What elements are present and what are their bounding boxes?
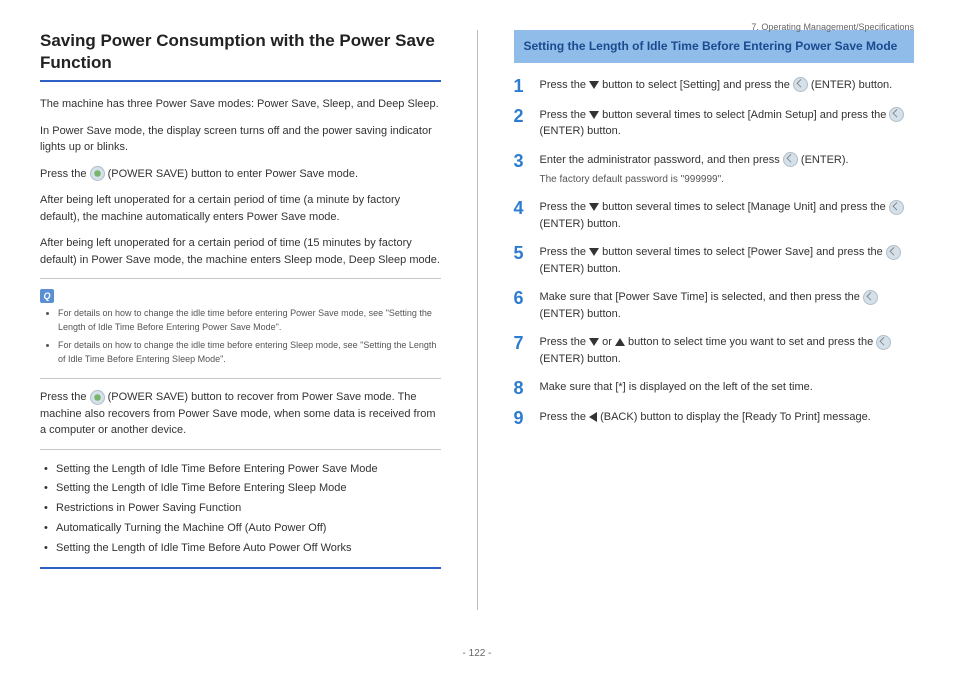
down-arrow-icon xyxy=(589,81,599,89)
step-item: 6Make sure that [Power Save Time] is sel… xyxy=(514,289,915,322)
toc-item: Setting the Length of Idle Time Before E… xyxy=(56,479,441,499)
step-number: 7 xyxy=(514,334,532,367)
step-item: 7Press the or button to select time you … xyxy=(514,334,915,367)
step-text: Press the button several times to select… xyxy=(540,107,915,140)
note-list: For details on how to change the idle ti… xyxy=(40,307,441,366)
title-rule xyxy=(40,80,441,82)
paragraph: After being left unoperated for a certai… xyxy=(40,192,441,225)
step-item: 3Enter the administrator password, and t… xyxy=(514,152,915,188)
step-text: Press the (BACK) button to display the [… xyxy=(540,409,915,427)
step-text: Press the or button to select time you w… xyxy=(540,334,915,367)
step-item: 2Press the button several times to selec… xyxy=(514,107,915,140)
divider xyxy=(40,449,441,450)
step-number: 6 xyxy=(514,289,532,322)
step-number: 3 xyxy=(514,152,532,188)
section-rule xyxy=(40,567,441,569)
power-save-icon xyxy=(90,390,105,405)
step-item: 4Press the button several times to selec… xyxy=(514,199,915,232)
step-subnote: The factory default password is "999999"… xyxy=(540,172,915,187)
step-item: 1 Press the button to select [Setting] an… xyxy=(514,77,915,95)
divider xyxy=(40,378,441,379)
step-text: Make sure that [Power Save Time] is sele… xyxy=(540,289,915,322)
paragraph: In Power Save mode, the display screen t… xyxy=(40,123,441,156)
down-arrow-icon xyxy=(589,338,599,346)
page-title: Saving Power Consumption with the Power … xyxy=(40,30,441,74)
up-arrow-icon xyxy=(615,338,625,346)
step-number: 8 xyxy=(514,379,532,397)
enter-button-icon xyxy=(876,335,891,350)
enter-button-icon xyxy=(889,107,904,122)
paragraph: Press the (POWER SAVE) button to recover… xyxy=(40,389,441,439)
step-text: Enter the administrator password, and th… xyxy=(540,152,915,188)
toc-list: Setting the Length of Idle Time Before E… xyxy=(40,460,441,559)
toc-item: Automatically Turning the Machine Off (A… xyxy=(56,519,441,539)
step-list: 1 Press the button to select [Setting] an… xyxy=(514,77,915,428)
step-item: 9 Press the (BACK) button to display the … xyxy=(514,409,915,427)
document-page: 7. Operating Management/Specifications S… xyxy=(0,0,954,675)
step-text: Press the button several times to select… xyxy=(540,199,915,232)
step-number: 4 xyxy=(514,199,532,232)
enter-button-icon xyxy=(793,77,808,92)
left-arrow-icon xyxy=(589,412,597,422)
column-divider xyxy=(477,30,478,610)
enter-button-icon xyxy=(886,245,901,260)
step-text: Press the button to select [Setting] and… xyxy=(540,77,915,95)
breadcrumb: 7. Operating Management/Specifications xyxy=(751,22,914,32)
step-number: 1 xyxy=(514,77,532,95)
paragraph: The machine has three Power Save modes: … xyxy=(40,96,441,113)
page-number: - 122 - xyxy=(0,648,954,659)
left-column: Saving Power Consumption with the Power … xyxy=(40,30,441,610)
down-arrow-icon xyxy=(589,203,599,211)
enter-button-icon xyxy=(863,290,878,305)
step-item: 5Press the button several times to selec… xyxy=(514,244,915,277)
paragraph: After being left unoperated for a certai… xyxy=(40,235,441,268)
enter-button-icon xyxy=(783,152,798,167)
right-column: Setting the Length of Idle Time Before E… xyxy=(514,30,915,610)
toc-item: Restrictions in Power Saving Function xyxy=(56,499,441,519)
toc-item: Setting the Length of Idle Time Before A… xyxy=(56,539,441,559)
toc-item: Setting the Length of Idle Time Before E… xyxy=(56,460,441,480)
down-arrow-icon xyxy=(589,248,599,256)
step-text: Make sure that [*] is displayed on the l… xyxy=(540,379,915,397)
section-heading: Setting the Length of Idle Time Before E… xyxy=(514,30,915,63)
step-item: 8 Make sure that [*] is displayed on the … xyxy=(514,379,915,397)
note-item: For details on how to change the idle ti… xyxy=(58,339,441,366)
power-save-icon xyxy=(90,166,105,181)
divider xyxy=(40,278,441,279)
enter-button-icon xyxy=(889,200,904,215)
down-arrow-icon xyxy=(589,111,599,119)
step-text: Press the button several times to select… xyxy=(540,244,915,277)
paragraph: Press the (POWER SAVE) button to enter P… xyxy=(40,166,441,183)
step-number: 5 xyxy=(514,244,532,277)
info-icon: Q xyxy=(40,289,54,303)
step-number: 9 xyxy=(514,409,532,427)
note-item: For details on how to change the idle ti… xyxy=(58,307,441,334)
step-number: 2 xyxy=(514,107,532,140)
